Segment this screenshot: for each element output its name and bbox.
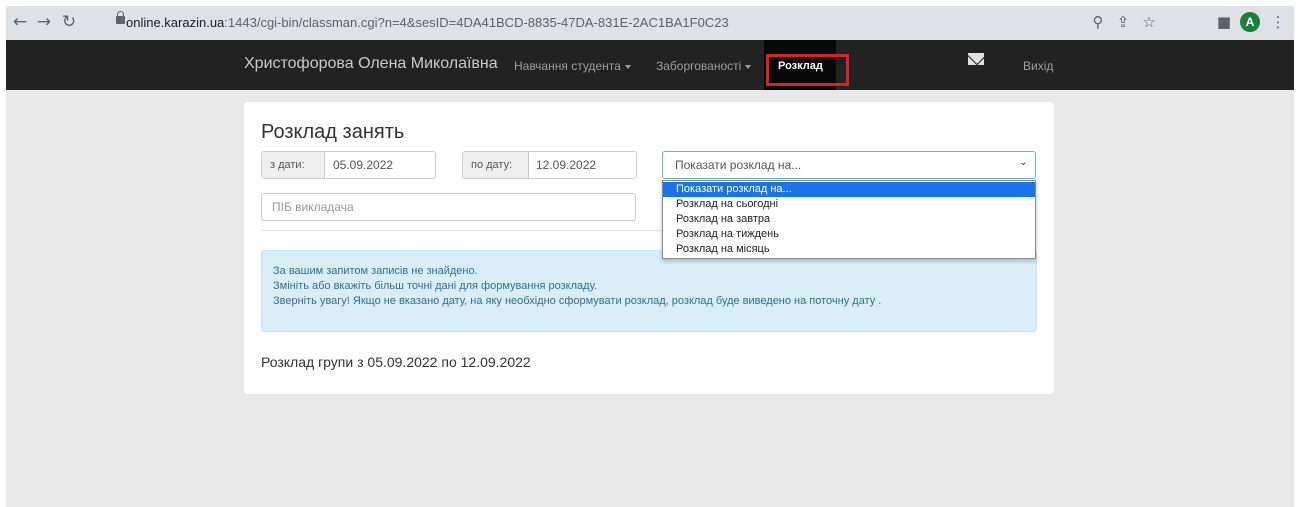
- caret-down-icon: [624, 64, 631, 69]
- nav-logout[interactable]: Вихід: [1023, 59, 1053, 73]
- page-title: Розклад занять: [261, 121, 405, 143]
- date-to-group[interactable]: по дату: 12.09.2022: [462, 151, 637, 179]
- teacher-name-input[interactable]: ПІБ викладача: [261, 193, 636, 221]
- alert-line-1: За вашим запитом записів не знайдено.: [273, 265, 478, 277]
- lock-icon: [116, 11, 125, 24]
- select-value: Показати розклад на...: [675, 158, 802, 172]
- zoom-icon[interactable]: ⚲: [1088, 12, 1108, 32]
- schedule-period-options: Показати розклад на... Розклад на сьогод…: [662, 180, 1036, 259]
- url-host: online.karazin.ua: [126, 15, 225, 30]
- group-range-heading: Розклад групи з 05.09.2022 по 12.09.2022: [261, 354, 531, 370]
- date-from-label: з дати:: [262, 152, 325, 178]
- nav-debts-dropdown[interactable]: Заборгованості: [656, 59, 752, 73]
- star-icon[interactable]: ☆: [1139, 12, 1159, 32]
- info-alert: За вашим запитом записів не знайдено. Зм…: [261, 250, 1037, 332]
- nav-study-label: Навчання студента: [514, 59, 621, 73]
- date-from-group[interactable]: з дати: 05.09.2022: [261, 151, 436, 179]
- option-week[interactable]: Розклад на тиждень: [663, 227, 1035, 242]
- share-icon[interactable]: ⇪: [1113, 12, 1133, 32]
- date-to-label: по дату:: [463, 152, 529, 178]
- date-to-input[interactable]: 12.09.2022: [536, 152, 596, 178]
- option-today[interactable]: Розклад на сьогодні: [663, 197, 1035, 212]
- red-highlight-box: [766, 54, 849, 86]
- alert-line-3: Зверніть увагу! Якщо не вказано дату, на…: [273, 295, 882, 307]
- user-name[interactable]: Христофорова Олена Миколаївна: [244, 55, 498, 73]
- alert-line-2: Змініть або вкажіть більш точні дані для…: [273, 280, 598, 292]
- sidepanel-icon[interactable]: ■: [1214, 12, 1234, 32]
- site-navbar: Христофорова Олена Миколаївна Навчання с…: [6, 40, 1294, 90]
- caret-down-icon: [745, 64, 752, 69]
- browser-toolbar: ← → ↻ online.karazin.ua:1443/cgi-bin/cla…: [6, 6, 1294, 40]
- option-month[interactable]: Розклад на місяць: [663, 242, 1035, 257]
- option-tomorrow[interactable]: Розклад на завтра: [663, 212, 1035, 227]
- url-text[interactable]: online.karazin.ua:1443/cgi-bin/classman.…: [126, 15, 729, 30]
- mail-icon[interactable]: [968, 53, 984, 65]
- browser-window: ← → ↻ online.karazin.ua:1443/cgi-bin/cla…: [6, 6, 1294, 507]
- forward-arrow-icon[interactable]: →: [34, 12, 54, 32]
- chevron-down-icon: ⌄: [1019, 157, 1028, 168]
- address-bar[interactable]: online.karazin.ua:1443/cgi-bin/classman.…: [104, 11, 1072, 35]
- reload-icon[interactable]: ↻: [59, 12, 79, 32]
- schedule-period-select[interactable]: Показати розклад на... ⌄: [662, 151, 1036, 179]
- nav-study-dropdown[interactable]: Навчання студента: [514, 59, 631, 73]
- option-show-schedule[interactable]: Показати розклад на...: [663, 182, 1035, 197]
- back-arrow-icon[interactable]: ←: [10, 12, 30, 32]
- avatar[interactable]: A: [1240, 12, 1260, 32]
- nav-debts-label: Заборгованості: [656, 59, 742, 73]
- menu-icon[interactable]: ⋮: [1268, 12, 1288, 32]
- date-from-input[interactable]: 05.09.2022: [333, 152, 393, 178]
- url-path: :1443/cgi-bin/classman.cgi?n=4&sesID=4DA…: [224, 15, 729, 30]
